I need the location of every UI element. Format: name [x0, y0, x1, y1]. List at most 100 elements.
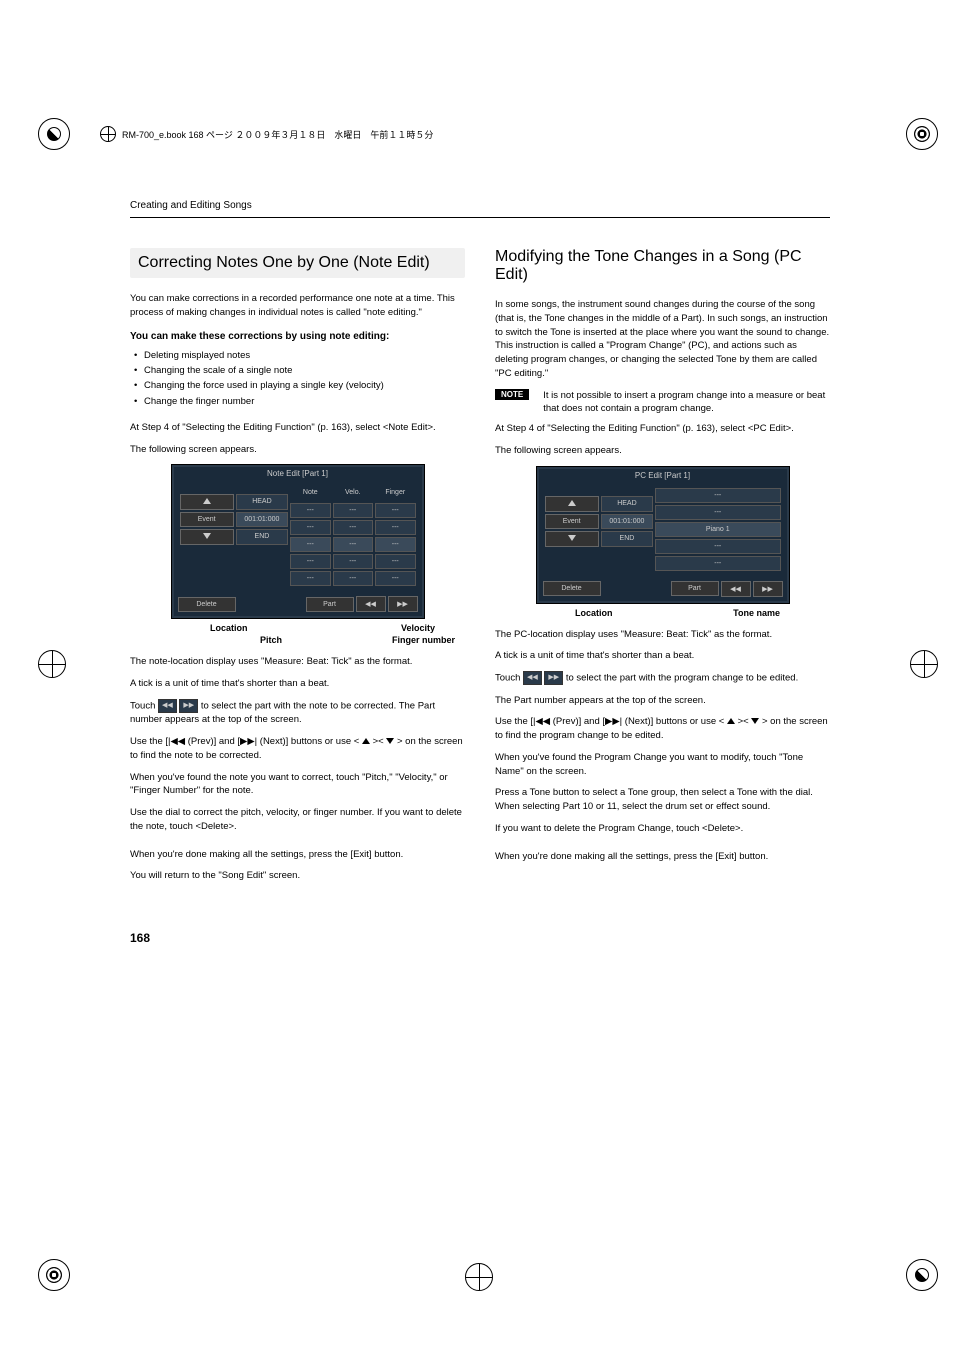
note-badge: NOTE: [495, 389, 529, 400]
callout-label: Velocity: [401, 623, 435, 633]
body-text: You can make corrections in a recorded p…: [130, 292, 465, 320]
screen-cell[interactable]: ---: [290, 571, 330, 586]
body-text: At Step 4 of "Selecting the Editing Func…: [495, 422, 830, 436]
body-text: At Step 4 of "Selecting the Editing Func…: [130, 421, 465, 435]
screen-cell[interactable]: 001:01:000: [601, 514, 653, 529]
registration-mark-icon: [906, 118, 938, 150]
header-rule: [130, 217, 830, 218]
registration-mark-icon: [910, 650, 938, 678]
sub-heading: You can make these corrections by using …: [130, 330, 465, 345]
forward-icon[interactable]: ▶▶: [753, 581, 783, 597]
body-text: Press a Tone button to select a Tone gro…: [495, 786, 830, 814]
print-header: RM-700_e.book 168 ページ ２００９年３月１８日 水曜日 午前１…: [100, 126, 433, 142]
screen-cell[interactable]: ---: [333, 537, 373, 552]
body-text: A tick is a unit of time that's shorter …: [495, 649, 830, 663]
forward-icon: ▶▶: [544, 671, 563, 685]
screen-cell[interactable]: ---: [375, 554, 415, 569]
screen-cell[interactable]: ---: [333, 571, 373, 586]
registration-mark-icon: [38, 650, 66, 678]
body-text: Touch ◀◀ ▶▶ to select the part with the …: [130, 699, 465, 727]
down-arrow-icon[interactable]: [545, 531, 599, 547]
screen-cell[interactable]: ---: [375, 537, 415, 552]
list-item: Deleting misplayed notes: [144, 348, 465, 363]
event-button[interactable]: Event: [545, 514, 599, 529]
next-icon: ▶▶|: [605, 716, 622, 727]
part-button[interactable]: Part: [306, 597, 354, 612]
rewind-icon[interactable]: ◀◀: [356, 596, 386, 612]
reg-mark-icon: [100, 126, 116, 142]
screen-cell[interactable]: ---: [333, 520, 373, 535]
registration-mark-icon: [906, 1259, 938, 1291]
body-text: The PC-location display uses "Measure: B…: [495, 628, 830, 642]
screen-title: Note Edit [Part 1]: [174, 467, 422, 480]
col-header: Finger: [375, 486, 415, 499]
screen-title: PC Edit [Part 1]: [539, 469, 787, 482]
body-text: In some songs, the instrument sound chan…: [495, 298, 830, 381]
col-header: Note: [290, 486, 330, 499]
callout-label: Location: [575, 608, 613, 618]
forward-icon: ▶▶: [179, 699, 198, 713]
down-arrow-icon[interactable]: [180, 529, 234, 545]
screen-cell[interactable]: ---: [655, 556, 780, 571]
screen-cell[interactable]: ---: [290, 520, 330, 535]
callout-label: Pitch: [260, 635, 282, 645]
prev-icon: |◀◀: [533, 716, 550, 727]
body-text: Use the [|◀◀ (Prev)] and [▶▶| (Next)] bu…: [130, 735, 465, 763]
up-arrow-icon[interactable]: [545, 496, 599, 512]
page-number: 168: [130, 931, 830, 945]
registration-mark-icon: [465, 1263, 493, 1291]
screen-cell[interactable]: ---: [375, 503, 415, 518]
callout-label: Finger number: [392, 635, 455, 645]
registration-mark-icon: [38, 118, 70, 150]
rewind-icon: ◀◀: [158, 699, 177, 713]
delete-button[interactable]: Delete: [178, 597, 236, 612]
part-button[interactable]: Part: [671, 581, 719, 596]
screen-cell[interactable]: ---: [375, 520, 415, 535]
screen-cell[interactable]: ---: [655, 488, 780, 503]
forward-icon[interactable]: ▶▶: [388, 596, 418, 612]
body-text: Use the [|◀◀ (Prev)] and [▶▶| (Next)] bu…: [495, 715, 830, 743]
note-text: It is not possible to insert a program c…: [543, 389, 830, 417]
screen-cell[interactable]: ---: [333, 503, 373, 518]
prev-icon: |◀◀: [168, 736, 185, 747]
col-header: Velo.: [333, 486, 373, 499]
list-item: Change the finger number: [144, 394, 465, 409]
screen-cell[interactable]: ---: [333, 554, 373, 569]
body-text: You will return to the "Song Edit" scree…: [130, 869, 465, 883]
up-arrow-icon[interactable]: [180, 494, 234, 510]
registration-mark-icon: [38, 1259, 70, 1291]
body-text: When you've found the Program Change you…: [495, 751, 830, 779]
screen-cell[interactable]: 001:01:000: [236, 512, 288, 527]
screen-cell[interactable]: END: [236, 529, 288, 545]
screen-cell[interactable]: ---: [655, 505, 780, 520]
body-text: The following screen appears.: [130, 443, 465, 457]
screen-cell[interactable]: ---: [290, 503, 330, 518]
event-button[interactable]: Event: [180, 512, 234, 527]
screen-cell[interactable]: ---: [375, 571, 415, 586]
delete-button[interactable]: Delete: [543, 581, 601, 596]
rewind-icon[interactable]: ◀◀: [721, 581, 751, 597]
print-header-text: RM-700_e.book 168 ページ ２００９年３月１８日 水曜日 午前１…: [122, 128, 433, 141]
screen-cell[interactable]: HEAD: [236, 494, 288, 510]
rewind-icon: ◀◀: [523, 671, 542, 685]
screen-cell[interactable]: HEAD: [601, 496, 653, 512]
callout-label: Tone name: [733, 608, 780, 618]
section-title-pc-edit: Modifying the Tone Changes in a Song (PC…: [495, 248, 830, 284]
screen-cell[interactable]: ---: [290, 554, 330, 569]
body-text: Touch ◀◀ ▶▶ to select the part with the …: [495, 671, 830, 685]
screen-cell[interactable]: Piano 1: [655, 522, 780, 537]
body-text: The note-location display uses "Measure:…: [130, 655, 465, 669]
body-text: When you're done making all the settings…: [495, 850, 830, 864]
running-header: Creating and Editing Songs: [130, 200, 830, 211]
body-text: Use the dial to correct the pitch, veloc…: [130, 806, 465, 834]
screen-cell[interactable]: ---: [655, 539, 780, 554]
screen-cell[interactable]: ---: [290, 537, 330, 552]
up-arrow-icon: [362, 738, 370, 744]
bullet-list: Deleting misplayed notes Changing the sc…: [130, 348, 465, 409]
body-text: The following screen appears.: [495, 444, 830, 458]
body-text: When you've found the note you want to c…: [130, 771, 465, 799]
screen-cell[interactable]: END: [601, 531, 653, 547]
body-text: If you want to delete the Program Change…: [495, 822, 830, 836]
next-icon: ▶▶|: [240, 736, 257, 747]
callout-label: Location: [210, 623, 248, 633]
